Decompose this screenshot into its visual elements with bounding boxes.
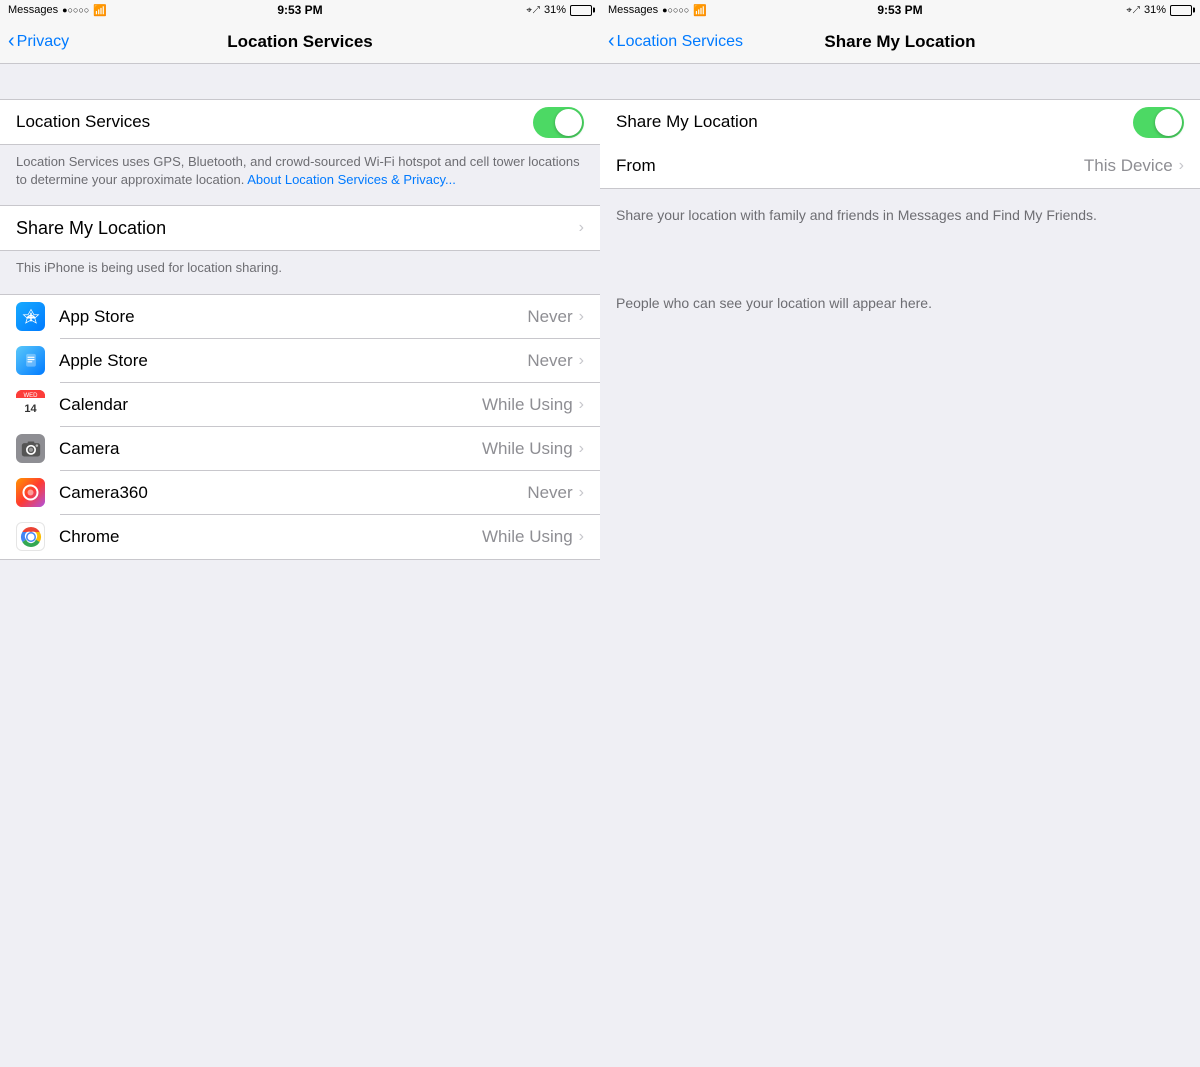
battery-percent-left: 31%: [544, 4, 566, 16]
app-icon-applestore: [16, 346, 45, 375]
app-permission-applestore: Never: [527, 351, 572, 371]
back-chevron-left: ‹: [8, 31, 15, 51]
wifi-icon-left: 📶: [93, 4, 107, 17]
app-icon-appstore: [16, 302, 45, 331]
app-permission-appstore: Never: [527, 307, 572, 327]
status-right-left: ⌖↗ 31%: [526, 4, 592, 16]
share-description-text: Share your location with family and frie…: [616, 207, 1097, 223]
top-spacer-left: [0, 64, 600, 99]
svg-text:WED: WED: [24, 393, 39, 399]
location-services-footer: Location Services uses GPS, Bluetooth, a…: [0, 145, 600, 205]
app-row-camera[interactable]: Camera While Using ›: [0, 427, 600, 471]
battery-icon-right: [1170, 5, 1192, 16]
carrier-left: Messages: [8, 4, 58, 16]
app-icon-camera: [16, 434, 45, 463]
back-button-right[interactable]: ‹ Location Services: [608, 32, 743, 51]
back-button-left[interactable]: ‹ Privacy: [8, 32, 69, 51]
app-name-appstore: App Store: [59, 307, 527, 327]
from-label: From: [616, 156, 1084, 176]
status-left: Messages ●○○○○ 📶: [8, 4, 107, 17]
nav-bar-left: ‹ Privacy Location Services: [0, 20, 600, 64]
app-row-chrome[interactable]: Chrome While Using ›: [0, 515, 600, 559]
app-permission-camera: While Using: [482, 439, 573, 459]
carrier-right: Messages: [608, 4, 658, 16]
app-permission-calendar: While Using: [482, 395, 573, 415]
app-chevron-calendar: ›: [579, 396, 584, 414]
app-chevron-applestore: ›: [579, 352, 584, 370]
time-right: 9:53 PM: [877, 3, 922, 17]
location-privacy-link[interactable]: About Location Services & Privacy...: [247, 172, 456, 187]
signal-left: ●○○○○: [62, 5, 89, 15]
empty-message-text: People who can see your location will ap…: [616, 295, 932, 311]
location-icon-right: ⌖↗: [1126, 5, 1140, 16]
description-spacer: [600, 242, 1200, 277]
location-services-section: Location Services: [0, 99, 600, 145]
status-left-right: Messages ●○○○○ 📶: [608, 4, 707, 17]
top-spacer-right: [600, 64, 1200, 99]
empty-message-section: People who can see your location will ap…: [600, 277, 1200, 357]
battery-icon-left: [570, 5, 592, 16]
share-location-label: Share My Location: [16, 218, 579, 239]
app-chevron-camera360: ›: [579, 484, 584, 502]
right-panel: Messages ●○○○○ 📶 9:53 PM ⌖↗ 31% ‹ Locati…: [600, 0, 1200, 1067]
app-permission-camera360: Never: [527, 483, 572, 503]
signal-right: ●○○○○: [662, 5, 689, 15]
app-row-applestore[interactable]: Apple Store Never ›: [0, 339, 600, 383]
toggle-thumb: [555, 109, 582, 136]
location-services-label: Location Services: [16, 112, 533, 132]
share-location-row[interactable]: Share My Location ›: [0, 206, 600, 250]
share-location-toggle-section: Share My Location From This Device ›: [600, 99, 1200, 189]
app-chevron-appstore: ›: [579, 308, 584, 326]
location-services-toggle[interactable]: [533, 107, 584, 138]
share-location-toggle[interactable]: [1133, 107, 1184, 138]
app-name-chrome: Chrome: [59, 527, 482, 547]
back-chevron-right: ‹: [608, 31, 615, 51]
location-icon-left: ⌖↗: [526, 5, 540, 16]
app-icon-calendar: 14 WED: [16, 390, 45, 419]
share-location-chevron: ›: [579, 219, 584, 237]
wifi-icon-right: 📶: [693, 4, 707, 17]
apps-section: App Store Never › Apple Store Never ›: [0, 294, 600, 560]
status-right-right: ⌖↗ 31%: [1126, 4, 1192, 16]
status-bar-right: Messages ●○○○○ 📶 9:53 PM ⌖↗ 31%: [600, 0, 1200, 20]
share-toggle-thumb: [1155, 109, 1182, 136]
app-name-camera: Camera: [59, 439, 482, 459]
share-location-toggle-row: Share My Location: [600, 100, 1200, 144]
app-permission-chrome: While Using: [482, 527, 573, 547]
app-chevron-chrome: ›: [579, 528, 584, 546]
nav-bar-right: ‹ Location Services Share My Location: [600, 20, 1200, 64]
share-location-footer: This iPhone is being used for location s…: [0, 251, 600, 293]
app-row-camera360[interactable]: Camera360 Never ›: [0, 471, 600, 515]
nav-title-right: Share My Location: [824, 32, 975, 52]
app-row-calendar[interactable]: 14 WED Calendar While Using ›: [0, 383, 600, 427]
back-label-right: Location Services: [617, 33, 743, 51]
status-bar-left: Messages ●○○○○ 📶 9:53 PM ⌖↗ 31%: [0, 0, 600, 20]
left-panel: Messages ●○○○○ 📶 9:53 PM ⌖↗ 31% ‹ Privac…: [0, 0, 600, 1067]
location-services-row: Location Services: [0, 100, 600, 144]
back-label-left: Privacy: [17, 33, 69, 51]
app-icon-chrome: [16, 522, 45, 551]
share-description: Share your location with family and frie…: [600, 189, 1200, 242]
right-content: Share My Location From This Device › Sha…: [600, 64, 1200, 1067]
from-value: This Device: [1084, 156, 1173, 176]
share-location-footer-text: This iPhone is being used for location s…: [16, 260, 282, 275]
nav-title-left: Location Services: [227, 32, 373, 52]
app-row-appstore[interactable]: App Store Never ›: [0, 295, 600, 339]
share-location-section: Share My Location ›: [0, 205, 600, 251]
time-left: 9:53 PM: [277, 3, 322, 17]
left-content: Location Services Location Services uses…: [0, 64, 600, 1067]
from-row[interactable]: From This Device ›: [600, 144, 1200, 188]
app-name-camera360: Camera360: [59, 483, 527, 503]
app-name-calendar: Calendar: [59, 395, 482, 415]
share-location-toggle-label: Share My Location: [616, 112, 1133, 132]
from-chevron: ›: [1179, 157, 1184, 175]
app-name-applestore: Apple Store: [59, 351, 527, 371]
app-icon-camera360: [16, 478, 45, 507]
battery-percent-right: 31%: [1144, 4, 1166, 16]
app-chevron-camera: ›: [579, 440, 584, 458]
svg-text:14: 14: [24, 403, 37, 415]
